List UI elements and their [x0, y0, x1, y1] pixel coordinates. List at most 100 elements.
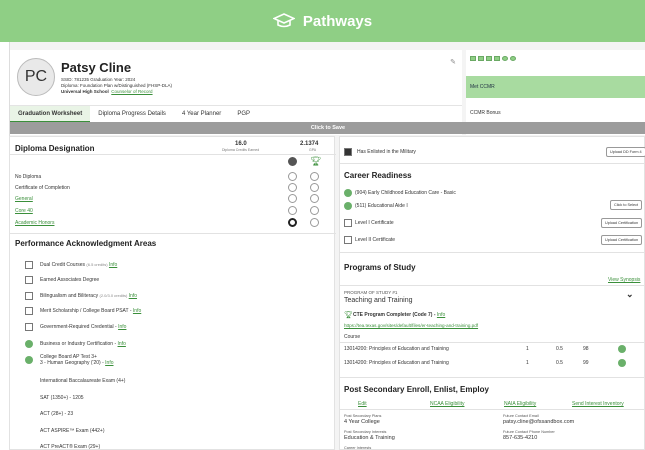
- military-checkbox[interactable]: [344, 148, 352, 156]
- level-checkbox[interactable]: [344, 236, 352, 244]
- career-title: Career Readiness: [344, 171, 412, 180]
- post-title: Post Secondary Enroll, Enlist, Employ: [344, 385, 489, 394]
- pa-title: Performance Acknowledgment Areas: [15, 239, 157, 248]
- pa-checkbox[interactable]: [25, 307, 33, 315]
- diploma-radio[interactable]: [310, 194, 319, 203]
- pa-item: Earned Associates Degree: [40, 277, 100, 283]
- diploma-radio[interactable]: [288, 183, 297, 192]
- ncaa-link[interactable]: NCAA Eligibility: [430, 401, 464, 407]
- edit-link[interactable]: Edit: [358, 401, 367, 407]
- counselor-link[interactable]: Counselor of Record: [111, 89, 152, 94]
- course-name: 13014200: Principles of Education and Tr…: [344, 360, 449, 366]
- pa-checkbox[interactable]: [25, 323, 33, 331]
- ccmr-indicators: [470, 56, 516, 61]
- diploma-title: Diploma Designation: [15, 144, 95, 153]
- interests-label: Post Secondary Interests: [344, 430, 387, 434]
- achievement-badge-icon: [344, 202, 352, 210]
- selected-indicator-icon: [288, 157, 297, 166]
- upload-cert-button[interactable]: Upload Certification: [601, 218, 643, 228]
- edit-icon[interactable]: ✎: [450, 58, 456, 66]
- career-interests-label: Career Interests: [344, 446, 372, 450]
- view-synopsis-link[interactable]: View Synopsis: [608, 277, 640, 283]
- course-col: 1: [526, 346, 529, 352]
- diploma-option-link[interactable]: Core 40: [15, 208, 33, 214]
- course-col: 99: [583, 360, 589, 366]
- chevron-down-icon[interactable]: ⌄: [626, 289, 634, 300]
- student-name: Patsy Cline: [61, 60, 132, 75]
- program-url-link[interactable]: https://tea.texas.gov/sites/default/file…: [344, 323, 478, 328]
- diploma-option-link[interactable]: Academic Honors: [15, 220, 54, 226]
- tab-4-year-planner[interactable]: 4 Year Planner: [174, 106, 229, 123]
- trophy-icon: 🏆︎: [310, 156, 322, 166]
- pa-item: ACT (28+) - 23: [40, 411, 74, 417]
- upload-dd-form-button[interactable]: Upload DD Form 4: [606, 147, 645, 157]
- student-diploma: Diploma: Foundation Plan w/Distinguished…: [61, 83, 173, 88]
- course-header: Course: [344, 334, 361, 340]
- interest-inventory-link[interactable]: Send Interest Inventory: [572, 401, 624, 407]
- achievement-badge-icon: [618, 359, 626, 367]
- pa-item: Government-Required Credential - Info: [40, 324, 127, 330]
- naia-link[interactable]: NAIA Eligibility: [504, 401, 536, 407]
- plans-label: Post Secondary Plans: [344, 414, 382, 418]
- app-title: Pathways: [302, 12, 373, 30]
- level-checkbox[interactable]: [344, 219, 352, 227]
- pa-item: Business or Industry Certification - Inf…: [40, 341, 126, 347]
- tab-diploma-progress[interactable]: Diploma Progress Details: [90, 106, 174, 123]
- app-header: Pathways: [0, 0, 645, 42]
- tab-bar: Graduation Worksheet Diploma Progress De…: [10, 105, 462, 123]
- level-label: Level I Certificate: [355, 220, 394, 226]
- select-button[interactable]: Click to Select: [610, 200, 643, 210]
- tab-graduation-worksheet[interactable]: Graduation Worksheet: [10, 106, 91, 123]
- upload-cert-button[interactable]: Upload Certification: [601, 235, 643, 245]
- plans-value: 4 Year College: [344, 419, 380, 425]
- program-label: PROGRAM OF STUDY #1: [344, 290, 398, 295]
- school-name: Universal High School: [61, 89, 109, 94]
- pa-item: SAT (1350+) - 1205: [40, 395, 84, 401]
- pa-item: Merit Scholarship / College Board PSAT -…: [40, 308, 142, 314]
- course-name: 13014200: Principles of Education and Tr…: [344, 346, 449, 352]
- diploma-radio[interactable]: [288, 218, 297, 227]
- met-ccmr: Met CCMR: [466, 76, 645, 98]
- diploma-radio[interactable]: [310, 183, 319, 192]
- diploma-radio[interactable]: [288, 172, 297, 181]
- interests-value: Education & Training: [344, 435, 395, 441]
- diploma-radio[interactable]: [310, 206, 319, 215]
- career-item: (511) Educational Aide I: [355, 203, 408, 209]
- pa-checkbox[interactable]: [25, 276, 33, 284]
- tab-pgp[interactable]: PGP: [229, 106, 258, 123]
- diploma-option: No Diploma: [15, 174, 42, 180]
- program-name: Teaching and Training: [344, 297, 413, 304]
- pa-checkbox[interactable]: [25, 292, 33, 300]
- diploma-radio[interactable]: [310, 172, 319, 181]
- gpa-value: 2.1374: [300, 141, 319, 147]
- military-label: Has Enlisted in the Military: [357, 149, 416, 155]
- email-value: patsy.cline@ofssandbox.com: [503, 419, 575, 425]
- pa-item: International Baccalaureate Exam (4+): [40, 378, 126, 384]
- credits-label: Diploma Credits Earned: [222, 148, 260, 152]
- diploma-option-link[interactable]: General: [15, 196, 33, 202]
- save-button[interactable]: Click to Save: [10, 122, 645, 134]
- achievement-badge-icon: [344, 189, 352, 197]
- pa-item: ACT ASPIRE™ Exam (442+): [40, 428, 105, 434]
- left-panel: Diploma Designation 16.0 Diploma Credits…: [9, 136, 336, 450]
- career-item: (904) Early Childhood Education Care - B…: [355, 190, 456, 196]
- email-label: Future Contact Email: [503, 414, 539, 418]
- pa-checkbox[interactable]: [25, 261, 33, 269]
- phone-label: Future Contact Phone Number: [503, 430, 555, 434]
- achievement-badge-icon: [25, 340, 33, 348]
- diploma-option: Certificate of Completion: [15, 185, 70, 191]
- cte-completer: CTE Program Completer (Code 7) - Info: [353, 312, 446, 318]
- diploma-radio[interactable]: [288, 194, 297, 203]
- gpa-label: GPA: [309, 148, 317, 152]
- graduation-cap-icon: [272, 13, 295, 28]
- diploma-radio[interactable]: [310, 218, 319, 227]
- diploma-radio[interactable]: [288, 206, 297, 215]
- school-line: Universal High School Counselor of Recor…: [61, 89, 153, 94]
- student-ssid: SSID: 781235 Graduation Year: 2024: [61, 77, 136, 82]
- course-col: 0.5: [556, 360, 563, 366]
- pa-item: 3 - Human Geography ('20) - Info: [40, 360, 114, 366]
- right-panel: Has Enlisted in the Military Upload DD F…: [339, 136, 645, 450]
- ccmr-bonus: CCMR Bonus: [470, 110, 501, 116]
- course-col: 98: [583, 346, 589, 352]
- pa-item: Dual Credit Courses (6.5 credits) Info: [40, 262, 118, 268]
